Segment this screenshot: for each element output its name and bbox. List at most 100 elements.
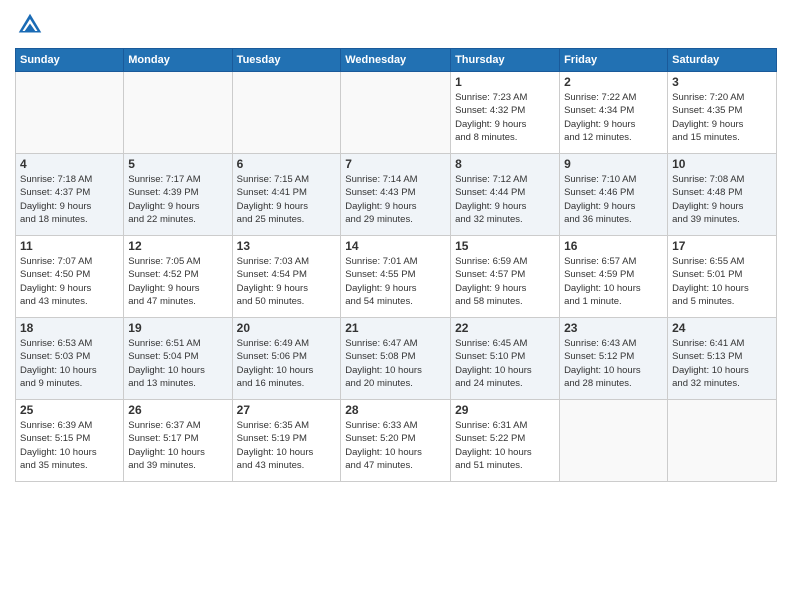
calendar-cell	[668, 400, 777, 482]
day-info: Sunrise: 7:22 AMSunset: 4:34 PMDaylight:…	[564, 91, 663, 144]
day-info: Sunrise: 6:57 AMSunset: 4:59 PMDaylight:…	[564, 255, 663, 308]
day-info: Sunrise: 6:35 AMSunset: 5:19 PMDaylight:…	[237, 419, 337, 472]
week-row-2: 4 Sunrise: 7:18 AMSunset: 4:37 PMDaylight…	[16, 154, 777, 236]
header-saturday: Saturday	[668, 49, 777, 72]
calendar-cell	[560, 400, 668, 482]
header-wednesday: Wednesday	[341, 49, 451, 72]
calendar-cell	[124, 72, 232, 154]
day-number: 12	[128, 239, 227, 253]
day-number: 20	[237, 321, 337, 335]
week-row-4: 18 Sunrise: 6:53 AMSunset: 5:03 PMDayligh…	[16, 318, 777, 400]
calendar-cell: 26 Sunrise: 6:37 AMSunset: 5:17 PMDayligh…	[124, 400, 232, 482]
day-number: 18	[20, 321, 119, 335]
day-number: 2	[564, 75, 663, 89]
calendar-cell: 11Sunrise: 7:07 AMSunset: 4:50 PMDayligh…	[16, 236, 124, 318]
day-info: Sunrise: 7:17 AMSunset: 4:39 PMDaylight:…	[128, 173, 227, 226]
day-number: 29	[455, 403, 555, 417]
calendar-cell: 24Sunrise: 6:41 AMSunset: 5:13 PMDayligh…	[668, 318, 777, 400]
day-number: 10	[672, 157, 772, 171]
day-info: Sunrise: 7:08 AMSunset: 4:48 PMDaylight:…	[672, 173, 772, 226]
day-number: 24	[672, 321, 772, 335]
day-number: 16	[564, 239, 663, 253]
calendar-cell: 7 Sunrise: 7:14 AMSunset: 4:43 PMDaylight…	[341, 154, 451, 236]
calendar-cell: 21Sunrise: 6:47 AMSunset: 5:08 PMDayligh…	[341, 318, 451, 400]
day-info: Sunrise: 7:23 AMSunset: 4:32 PMDaylight:…	[455, 91, 555, 144]
calendar-cell: 6 Sunrise: 7:15 AMSunset: 4:41 PMDaylight…	[232, 154, 341, 236]
header-sunday: Sunday	[16, 49, 124, 72]
header-friday: Friday	[560, 49, 668, 72]
page: SundayMondayTuesdayWednesdayThursdayFrid…	[0, 0, 792, 612]
calendar-cell: 28 Sunrise: 6:33 AMSunset: 5:20 PMDayligh…	[341, 400, 451, 482]
day-info: Sunrise: 7:07 AMSunset: 4:50 PMDaylight:…	[20, 255, 119, 308]
day-info: Sunrise: 6:39 AMSunset: 5:15 PMDaylight:…	[20, 419, 119, 472]
calendar-cell: 3 Sunrise: 7:20 AMSunset: 4:35 PMDaylight…	[668, 72, 777, 154]
day-number: 14	[345, 239, 446, 253]
calendar-cell	[16, 72, 124, 154]
calendar-cell: 8 Sunrise: 7:12 AMSunset: 4:44 PMDaylight…	[451, 154, 560, 236]
week-row-5: 25 Sunrise: 6:39 AMSunset: 5:15 PMDayligh…	[16, 400, 777, 482]
day-number: 22	[455, 321, 555, 335]
day-info: Sunrise: 6:59 AMSunset: 4:57 PMDaylight:…	[455, 255, 555, 308]
header	[15, 10, 777, 40]
week-row-1: 1 Sunrise: 7:23 AMSunset: 4:32 PMDaylight…	[16, 72, 777, 154]
header-thursday: Thursday	[451, 49, 560, 72]
day-number: 4	[20, 157, 119, 171]
calendar-cell: 14 Sunrise: 7:01 AMSunset: 4:55 PMDayligh…	[341, 236, 451, 318]
calendar-cell: 17 Sunrise: 6:55 AMSunset: 5:01 PMDayligh…	[668, 236, 777, 318]
calendar-cell: 2 Sunrise: 7:22 AMSunset: 4:34 PMDaylight…	[560, 72, 668, 154]
day-info: Sunrise: 7:01 AMSunset: 4:55 PMDaylight:…	[345, 255, 446, 308]
calendar-cell: 15Sunrise: 6:59 AMSunset: 4:57 PMDayligh…	[451, 236, 560, 318]
day-number: 17	[672, 239, 772, 253]
header-tuesday: Tuesday	[232, 49, 341, 72]
calendar-cell: 4 Sunrise: 7:18 AMSunset: 4:37 PMDaylight…	[16, 154, 124, 236]
calendar-table: SundayMondayTuesdayWednesdayThursdayFrid…	[15, 48, 777, 482]
day-number: 9	[564, 157, 663, 171]
calendar-cell: 29Sunrise: 6:31 AMSunset: 5:22 PMDayligh…	[451, 400, 560, 482]
day-number: 1	[455, 75, 555, 89]
day-number: 19	[128, 321, 227, 335]
day-info: Sunrise: 7:03 AMSunset: 4:54 PMDaylight:…	[237, 255, 337, 308]
day-info: Sunrise: 7:12 AMSunset: 4:44 PMDaylight:…	[455, 173, 555, 226]
calendar-cell: 5 Sunrise: 7:17 AMSunset: 4:39 PMDaylight…	[124, 154, 232, 236]
calendar-cell: 13Sunrise: 7:03 AMSunset: 4:54 PMDayligh…	[232, 236, 341, 318]
day-info: Sunrise: 6:37 AMSunset: 5:17 PMDaylight:…	[128, 419, 227, 472]
day-info: Sunrise: 6:53 AMSunset: 5:03 PMDaylight:…	[20, 337, 119, 390]
header-monday: Monday	[124, 49, 232, 72]
day-info: Sunrise: 7:10 AMSunset: 4:46 PMDaylight:…	[564, 173, 663, 226]
logo	[15, 10, 47, 40]
calendar-cell: 18 Sunrise: 6:53 AMSunset: 5:03 PMDayligh…	[16, 318, 124, 400]
day-number: 23	[564, 321, 663, 335]
day-number: 3	[672, 75, 772, 89]
calendar-cell: 27 Sunrise: 6:35 AMSunset: 5:19 PMDayligh…	[232, 400, 341, 482]
day-info: Sunrise: 6:51 AMSunset: 5:04 PMDaylight:…	[128, 337, 227, 390]
day-info: Sunrise: 7:20 AMSunset: 4:35 PMDaylight:…	[672, 91, 772, 144]
day-info: Sunrise: 6:47 AMSunset: 5:08 PMDaylight:…	[345, 337, 446, 390]
day-info: Sunrise: 7:18 AMSunset: 4:37 PMDaylight:…	[20, 173, 119, 226]
calendar-cell: 23Sunrise: 6:43 AMSunset: 5:12 PMDayligh…	[560, 318, 668, 400]
day-number: 26	[128, 403, 227, 417]
day-info: Sunrise: 7:15 AMSunset: 4:41 PMDaylight:…	[237, 173, 337, 226]
calendar-cell: 10 Sunrise: 7:08 AMSunset: 4:48 PMDayligh…	[668, 154, 777, 236]
day-number: 5	[128, 157, 227, 171]
day-info: Sunrise: 7:14 AMSunset: 4:43 PMDaylight:…	[345, 173, 446, 226]
day-number: 28	[345, 403, 446, 417]
calendar-cell: 12 Sunrise: 7:05 AMSunset: 4:52 PMDayligh…	[124, 236, 232, 318]
day-info: Sunrise: 6:33 AMSunset: 5:20 PMDaylight:…	[345, 419, 446, 472]
calendar-cell: 22 Sunrise: 6:45 AMSunset: 5:10 PMDayligh…	[451, 318, 560, 400]
day-number: 7	[345, 157, 446, 171]
calendar-cell	[232, 72, 341, 154]
calendar-cell: 16 Sunrise: 6:57 AMSunset: 4:59 PMDayligh…	[560, 236, 668, 318]
calendar-cell: 19 Sunrise: 6:51 AMSunset: 5:04 PMDayligh…	[124, 318, 232, 400]
week-row-3: 11Sunrise: 7:07 AMSunset: 4:50 PMDayligh…	[16, 236, 777, 318]
calendar-cell	[341, 72, 451, 154]
day-number: 8	[455, 157, 555, 171]
day-info: Sunrise: 6:45 AMSunset: 5:10 PMDaylight:…	[455, 337, 555, 390]
calendar-cell: 20Sunrise: 6:49 AMSunset: 5:06 PMDayligh…	[232, 318, 341, 400]
day-info: Sunrise: 6:55 AMSunset: 5:01 PMDaylight:…	[672, 255, 772, 308]
logo-icon	[15, 10, 45, 40]
day-number: 27	[237, 403, 337, 417]
day-number: 6	[237, 157, 337, 171]
day-number: 25	[20, 403, 119, 417]
day-info: Sunrise: 7:05 AMSunset: 4:52 PMDaylight:…	[128, 255, 227, 308]
calendar-cell: 9 Sunrise: 7:10 AMSunset: 4:46 PMDaylight…	[560, 154, 668, 236]
